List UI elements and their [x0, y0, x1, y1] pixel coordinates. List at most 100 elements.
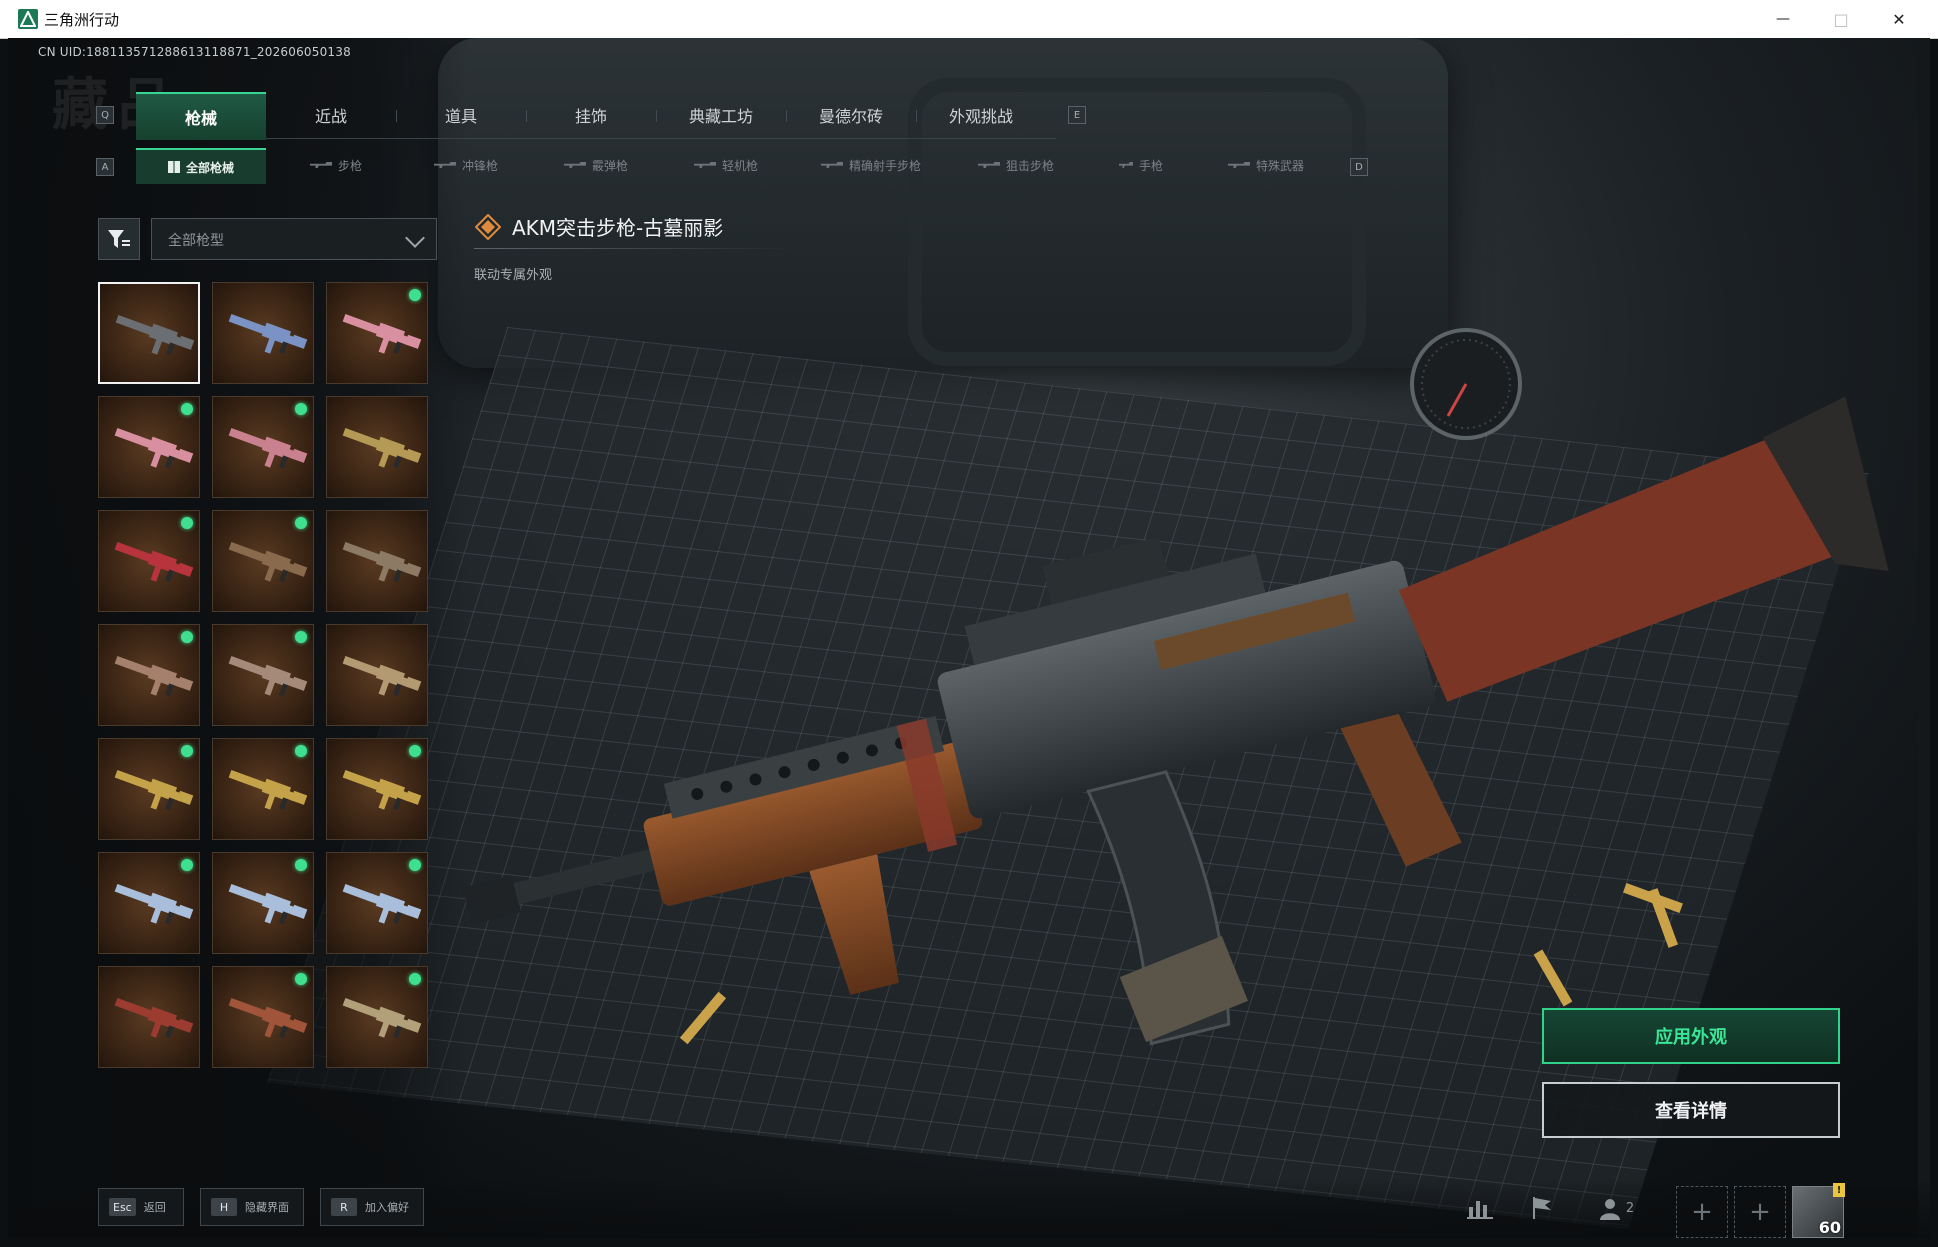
subtab-rifles[interactable]: 步枪	[276, 148, 396, 182]
tab-items[interactable]: 道具	[396, 92, 526, 138]
skin-tile[interactable]	[98, 852, 200, 954]
minimize-button[interactable]: —	[1754, 0, 1812, 38]
skin-tile[interactable]	[212, 852, 314, 954]
subtab-label: 精确射手步枪	[848, 158, 921, 173]
subtab-label: 特殊武器	[1255, 158, 1304, 173]
weapon-thumbnail-icon	[342, 542, 422, 583]
apply-skin-button[interactable]: 应用外观	[1542, 1008, 1840, 1064]
view-details-button[interactable]: 查看详情	[1542, 1082, 1840, 1138]
subtab-next-key[interactable]: D	[1350, 158, 1368, 176]
tab-collection-workshop[interactable]: 典藏工坊	[656, 92, 786, 138]
tab-appearance-challenge[interactable]: 外观挑战	[916, 92, 1046, 138]
skin-tile[interactable]	[326, 624, 428, 726]
skin-tile[interactable]	[212, 282, 314, 384]
friends-button[interactable]: 2	[1594, 1192, 1638, 1224]
weapon-thumbnail-icon	[342, 314, 422, 355]
weapon-thumbnail-icon	[115, 315, 195, 356]
skin-tile[interactable]	[326, 396, 428, 498]
hide-ui-hint[interactable]: H 隐藏界面	[200, 1188, 304, 1226]
weapon-thumbnail-icon	[342, 770, 422, 811]
skin-tile[interactable]	[98, 966, 200, 1068]
subtab-label: 霰弹枪	[591, 158, 628, 173]
skin-tile[interactable]	[98, 282, 200, 384]
subtab-dmrs[interactable]: 精确射手步枪	[796, 148, 946, 182]
skin-tile[interactable]	[326, 282, 428, 384]
new-badge-dot	[181, 517, 193, 529]
weapon-thumbnail-icon	[342, 428, 422, 469]
new-badge-dot	[295, 403, 307, 415]
flag-icon	[1533, 1197, 1551, 1219]
tab-next-key[interactable]: E	[1068, 106, 1086, 124]
shotgun-icon	[563, 162, 586, 168]
skin-tile[interactable]	[98, 510, 200, 612]
lmg-icon	[693, 162, 716, 168]
new-badge-dot	[295, 517, 307, 529]
new-badge-dot	[295, 631, 307, 643]
weapon-thumbnail-icon	[342, 656, 422, 697]
chevron-down-icon	[405, 228, 425, 248]
subtab-smgs[interactable]: 冲锋枪	[406, 148, 526, 182]
subtab-shotguns[interactable]: 霰弹枪	[536, 148, 656, 182]
rarity-diamond-icon	[475, 214, 501, 240]
skin-tile[interactable]	[98, 624, 200, 726]
subtab-all-weapons[interactable]: 全部枪械	[136, 148, 266, 184]
skin-tile[interactable]	[326, 852, 428, 954]
new-badge-dot	[409, 745, 421, 757]
subtab-sniper-rifles[interactable]: 狙击步枪	[956, 148, 1076, 182]
skin-tile[interactable]	[98, 738, 200, 840]
new-badge-dot	[181, 745, 193, 757]
tab-mandel-brick[interactable]: 曼德尔砖	[786, 92, 916, 138]
game-viewport: CN UID:18811357128861311887​1_2026060501…	[8, 38, 1930, 1238]
close-button[interactable]: ✕	[1870, 0, 1928, 38]
dmr-icon	[820, 162, 843, 168]
subtab-prev-key[interactable]: A	[96, 158, 114, 176]
bar-chart-icon	[1467, 1201, 1493, 1219]
skin-tile[interactable]	[212, 624, 314, 726]
filter-button[interactable]	[98, 218, 140, 260]
key-h: H	[211, 1198, 237, 1216]
skin-tile[interactable]	[326, 738, 428, 840]
weapon-thumbnail-icon	[228, 314, 308, 355]
minimize-icon: —	[1776, 11, 1790, 27]
new-badge-dot	[181, 859, 193, 871]
tab-melee[interactable]: 近战	[266, 92, 396, 138]
subtab-label: 手枪	[1138, 158, 1163, 173]
player-avatar[interactable]: ! 60	[1792, 1183, 1845, 1238]
skin-tile[interactable]	[326, 510, 428, 612]
subtab-special-weapons[interactable]: 特殊武器	[1206, 148, 1326, 182]
skin-tile[interactable]	[212, 966, 314, 1068]
hint-label: 加入偏好	[365, 1201, 409, 1214]
party-slot-add-button[interactable]: +	[1676, 1186, 1728, 1238]
skin-tile[interactable]	[212, 396, 314, 498]
add-favorite-hint[interactable]: R 加入偏好	[320, 1188, 424, 1226]
weapon-thumbnail-icon	[228, 542, 308, 583]
weapon-thumbnail-icon	[114, 884, 194, 925]
skin-tile[interactable]	[98, 396, 200, 498]
tab-prev-key[interactable]: Q	[96, 106, 114, 124]
weapon-preview[interactable]	[438, 388, 1918, 1088]
viewport-edge	[1918, 38, 1930, 1238]
stats-button[interactable]	[1464, 1192, 1496, 1224]
subtab-label: 全部枪械	[185, 160, 234, 175]
filter-icon	[108, 230, 130, 248]
party-slot-add-button[interactable]: +	[1734, 1186, 1786, 1238]
new-badge-dot	[409, 859, 421, 871]
weapon-type-tabs: 全部枪械 步枪 冲锋枪 霰弹枪 轻机枪 精确射手步枪 狙击步枪 手枪 特殊武器	[136, 148, 1336, 184]
flag-button[interactable]	[1526, 1192, 1558, 1224]
skin-tile[interactable]	[326, 966, 428, 1068]
subtab-label: 轻机枪	[721, 158, 758, 173]
maximize-button[interactable]: □	[1812, 0, 1870, 38]
tab-charms[interactable]: 挂饰	[526, 92, 656, 138]
back-hint[interactable]: Esc 返回	[98, 1188, 184, 1226]
skin-tile[interactable]	[212, 738, 314, 840]
player-level: 60	[1818, 1218, 1841, 1237]
pistol-icon	[1118, 162, 1133, 168]
weapon-thumbnail-icon	[114, 656, 194, 697]
skin-tile[interactable]	[212, 510, 314, 612]
weapon-type-dropdown[interactable]: 全部枪型	[151, 218, 437, 260]
player-uid: CN UID:18811357128861311887​1_2026060501…	[38, 45, 351, 59]
tab-firearms[interactable]: 枪械	[136, 92, 266, 140]
subtab-lmgs[interactable]: 轻机枪	[666, 148, 786, 182]
plus-icon: +	[1691, 1197, 1713, 1227]
subtab-pistols[interactable]: 手枪	[1086, 148, 1196, 182]
